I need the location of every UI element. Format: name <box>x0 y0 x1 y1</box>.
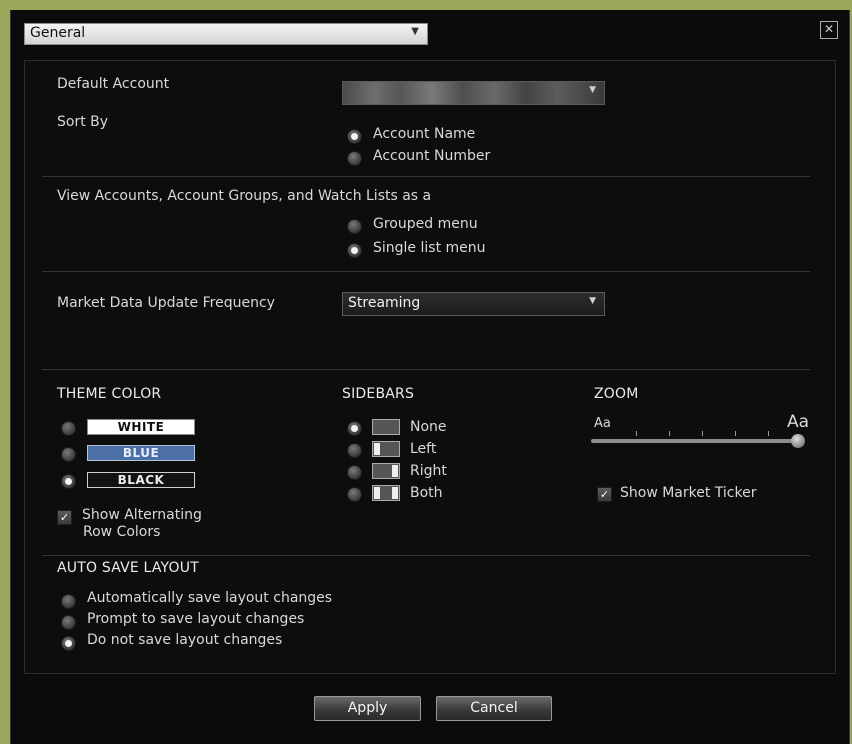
theme-color-heading: THEME COLOR <box>57 386 162 402</box>
autosave-radio-prompt[interactable] <box>61 615 76 630</box>
autosave-option-do-not-save[interactable]: Do not save layout changes <box>87 632 282 648</box>
alternating-rows-checkbox[interactable]: ✓ <box>57 510 72 525</box>
market-data-frequency-select[interactable]: Streaming ▼ <box>342 292 605 316</box>
sort-radio-account-number[interactable] <box>347 151 362 166</box>
view-radio-grouped[interactable] <box>347 219 362 234</box>
market-ticker-label[interactable]: Show Market Ticker <box>620 485 757 501</box>
zoom-heading: ZOOM <box>594 386 639 402</box>
alternating-rows-label-line2: Row Colors <box>83 524 161 540</box>
theme-swatch-blue[interactable]: BLUE <box>87 445 195 461</box>
market-data-label: Market Data Update Frequency <box>57 295 275 311</box>
category-select[interactable]: General ▼ <box>24 23 428 45</box>
sort-radio-account-name[interactable] <box>347 129 362 144</box>
zoom-tick <box>636 431 637 436</box>
close-button[interactable]: ✕ <box>820 21 838 39</box>
auto-save-heading: AUTO SAVE LAYOUT <box>57 560 199 576</box>
sidebar-option-right[interactable]: Right <box>410 463 447 479</box>
autosave-option-automatic[interactable]: Automatically save layout changes <box>87 590 332 606</box>
default-account-select[interactable]: ▼ <box>342 81 605 105</box>
sidebar-radio-right[interactable] <box>347 465 362 480</box>
sidebar-radio-both[interactable] <box>347 487 362 502</box>
sidebar-radio-left[interactable] <box>347 443 362 458</box>
settings-dialog: General ▼ ✕ Default Account ▼ Sort By Ac… <box>10 10 850 744</box>
alternating-rows-label[interactable]: Show Alternating Row Colors <box>82 507 202 541</box>
theme-radio-white[interactable] <box>61 421 76 436</box>
divider <box>42 369 810 370</box>
sidebar-option-none[interactable]: None <box>410 419 447 435</box>
theme-radio-blue[interactable] <box>61 447 76 462</box>
chevron-down-icon: ▼ <box>589 85 596 95</box>
chevron-down-icon: ▼ <box>411 26 419 37</box>
sort-option-account-name[interactable]: Account Name <box>373 126 475 142</box>
view-radio-single-list[interactable] <box>347 243 362 258</box>
zoom-tick <box>669 431 670 436</box>
zoom-min-label: Aa <box>594 416 611 431</box>
sidebar-option-left[interactable]: Left <box>410 441 436 457</box>
sidebar-radio-none[interactable] <box>347 421 362 436</box>
zoom-slider-track[interactable] <box>591 439 801 443</box>
theme-swatch-black[interactable]: BLACK <box>87 472 195 488</box>
sidebar-left-icon <box>372 441 400 457</box>
sort-by-label: Sort By <box>57 114 109 130</box>
zoom-tick <box>702 431 703 436</box>
sidebar-none-icon <box>372 419 400 435</box>
category-select-value: General <box>30 25 86 41</box>
sidebars-heading: SIDEBARS <box>342 386 415 402</box>
divider <box>42 271 810 272</box>
theme-swatch-white[interactable]: WHITE <box>87 419 195 435</box>
divider <box>42 555 810 556</box>
zoom-max-label: Aa <box>787 412 810 432</box>
cancel-button[interactable]: Cancel <box>436 696 552 721</box>
apply-button[interactable]: Apply <box>314 696 421 721</box>
sidebar-both-icon <box>372 485 400 501</box>
autosave-option-prompt[interactable]: Prompt to save layout changes <box>87 611 304 627</box>
sort-option-account-number[interactable]: Account Number <box>373 148 490 164</box>
zoom-tick <box>768 431 769 436</box>
autosave-radio-do-not-save[interactable] <box>61 636 76 651</box>
divider <box>42 176 810 177</box>
chevron-down-icon: ▼ <box>589 296 596 306</box>
zoom-slider-thumb[interactable] <box>791 434 805 448</box>
close-icon: ✕ <box>823 22 835 36</box>
zoom-tick <box>735 431 736 436</box>
check-icon: ✓ <box>599 488 610 501</box>
alternating-rows-label-line1: Show Alternating <box>82 507 202 523</box>
market-ticker-checkbox[interactable]: ✓ <box>597 487 612 502</box>
view-lists-label: View Accounts, Account Groups, and Watch… <box>57 188 432 204</box>
market-data-frequency-value: Streaming <box>348 295 421 311</box>
check-icon: ✓ <box>59 511 70 524</box>
sidebar-option-both[interactable]: Both <box>410 485 443 501</box>
autosave-radio-automatic[interactable] <box>61 594 76 609</box>
sidebar-right-icon <box>372 463 400 479</box>
view-option-grouped[interactable]: Grouped menu <box>373 216 478 232</box>
default-account-label: Default Account <box>57 76 170 92</box>
theme-radio-black[interactable] <box>61 474 76 489</box>
view-option-single-list[interactable]: Single list menu <box>373 240 486 256</box>
